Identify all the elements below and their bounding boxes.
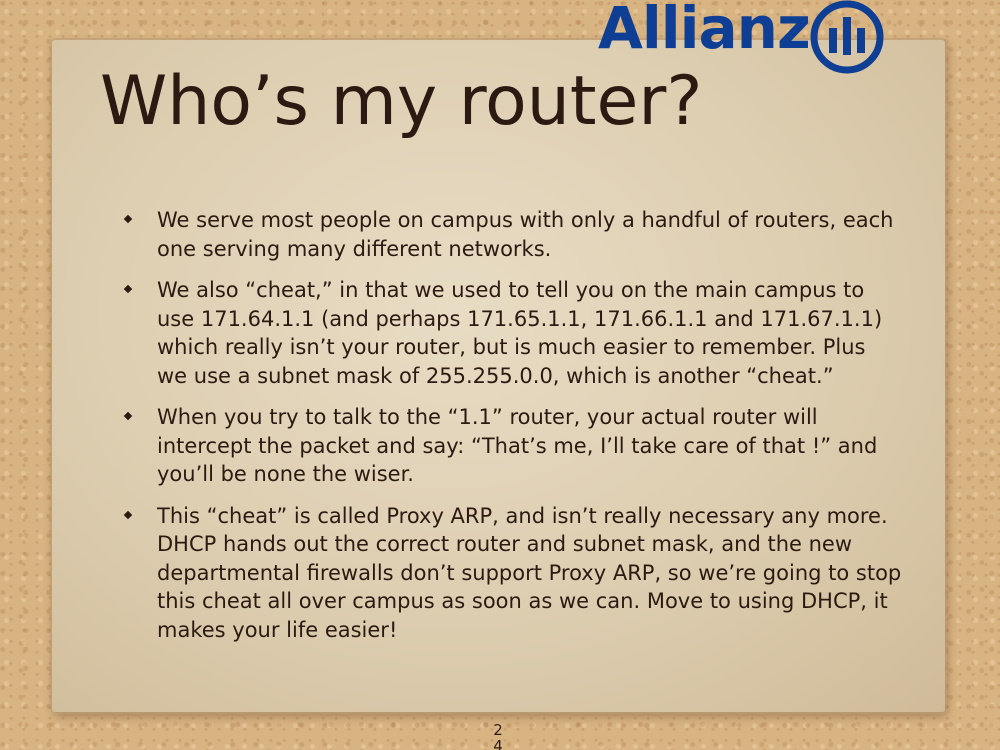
bullet-diamond-icon [123,510,133,519]
bullet-text: When you try to talk to the “1.1” router… [157,405,878,486]
logo-text: Allianz [598,0,811,62]
bullet-text: We also “cheat,” in that we used to tell… [157,278,883,388]
allianz-eagle-icon [810,0,884,74]
bullet-diamond-icon [123,214,133,224]
slide-title: Who’s my router? [100,62,703,141]
page-number: 24 [493,721,503,750]
bullet-text: This “cheat” is called Proxy ARP, and is… [157,503,902,642]
bullet-item: We also “cheat,” in that we used to tell… [122,276,902,390]
bullet-item: We serve most people on campus with only… [122,206,902,263]
bullet-text: We serve most people on campus with only… [157,208,894,261]
bullet-diamond-icon [123,411,133,421]
bullet-item: When you try to talk to the “1.1” router… [122,403,902,489]
bullet-diamond-icon [123,284,133,294]
bullet-item: This “cheat” is called Proxy ARP, and is… [122,502,902,645]
bullet-list: We serve most people on campus with only… [122,206,902,657]
